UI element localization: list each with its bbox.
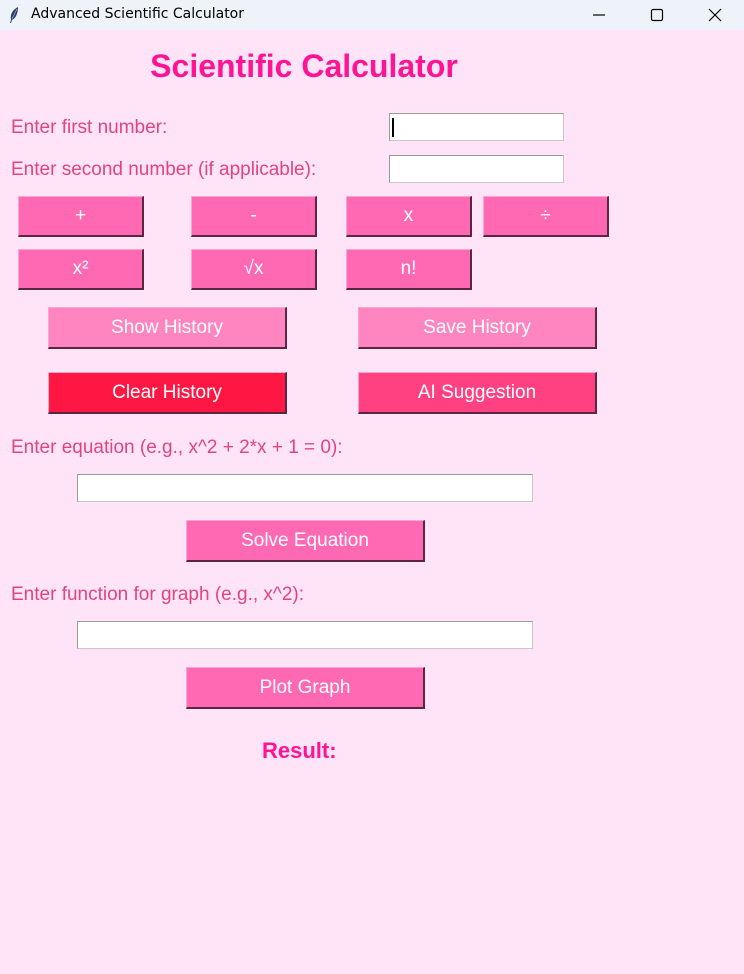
maximize-button[interactable] [628, 0, 686, 30]
divide-button[interactable]: ÷ [483, 196, 609, 237]
plot-graph-button[interactable]: Plot Graph [186, 667, 425, 709]
window-title: Advanced Scientific Calculator [31, 6, 245, 22]
close-button[interactable] [686, 0, 744, 30]
minimize-button[interactable] [570, 0, 628, 30]
app-title: Scientific Calculator [150, 48, 458, 84]
text-caret [392, 118, 394, 137]
feather-app-icon [10, 7, 18, 23]
ai-suggestion-button[interactable]: AI Suggestion [358, 372, 597, 414]
minimize-icon [593, 14, 605, 16]
first-number-label: Enter first number: [11, 117, 168, 138]
close-icon [708, 8, 722, 22]
factorial-button[interactable]: n! [346, 249, 472, 290]
equation-label: Enter equation (e.g., x^2 + 2*x + 1 = 0)… [11, 437, 343, 458]
graph-function-input[interactable] [77, 621, 533, 649]
second-number-input[interactable] [389, 155, 564, 183]
clear-history-button[interactable]: Clear History [48, 372, 287, 414]
equation-input[interactable] [77, 474, 533, 502]
square-button[interactable]: x² [18, 249, 144, 290]
second-number-label: Enter second number (if applicable): [11, 159, 317, 180]
show-history-button[interactable]: Show History [48, 307, 287, 349]
maximize-icon [650, 8, 664, 22]
first-number-input[interactable] [389, 113, 564, 141]
result-label: Result: [262, 738, 337, 763]
multiply-button[interactable]: x [346, 196, 472, 237]
sqrt-button[interactable]: √x [191, 249, 317, 290]
solve-equation-button[interactable]: Solve Equation [186, 520, 425, 562]
save-history-button[interactable]: Save History [358, 307, 597, 349]
graph-function-label: Enter function for graph (e.g., x^2): [11, 584, 305, 605]
add-button[interactable]: + [18, 196, 144, 237]
subtract-button[interactable]: - [191, 196, 317, 237]
window-titlebar: Advanced Scientific Calculator [0, 0, 744, 30]
